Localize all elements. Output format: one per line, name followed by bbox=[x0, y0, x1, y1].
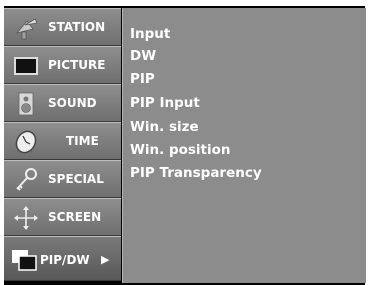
option-pip[interactable]: PIP bbox=[130, 68, 155, 90]
option-dw[interactable]: DW bbox=[130, 45, 156, 67]
menu-item-label: STATION bbox=[48, 20, 106, 34]
pip-submenu-panel: Input DW PIP PIP Input Win. size Win. po… bbox=[122, 8, 366, 283]
main-menu-sidebar: STATION PICTURE SOUND TIME SPECIAL SCREE… bbox=[4, 8, 121, 281]
pip-window-icon bbox=[12, 250, 37, 271]
menu-item-time[interactable]: TIME bbox=[4, 122, 121, 160]
key-icon bbox=[16, 168, 37, 191]
submenu-arrow-icon: ▶ bbox=[101, 253, 110, 266]
menu-item-station[interactable]: STATION bbox=[4, 8, 121, 46]
tv-screen-icon bbox=[14, 57, 38, 75]
menu-item-screen[interactable]: SCREEN bbox=[4, 198, 121, 236]
menu-item-label: TIME bbox=[66, 134, 99, 148]
option-pip-transparency[interactable]: PIP Transparency bbox=[130, 162, 262, 184]
clock-icon bbox=[15, 130, 37, 154]
move-arrows-icon bbox=[14, 206, 38, 230]
speaker-icon bbox=[18, 92, 34, 116]
menu-item-label: PICTURE bbox=[48, 58, 106, 72]
osd-menu: STATION PICTURE SOUND TIME SPECIAL SCREE… bbox=[4, 6, 366, 285]
option-input[interactable]: Input bbox=[130, 23, 170, 45]
menu-item-picture[interactable]: PICTURE bbox=[4, 46, 121, 84]
menu-item-label: SOUND bbox=[48, 96, 97, 110]
menu-item-pip-dw[interactable]: PIP/DW ▶ bbox=[4, 236, 121, 281]
option-pip-input[interactable]: PIP Input bbox=[130, 92, 200, 114]
satellite-dish-icon bbox=[15, 18, 38, 40]
menu-item-label: SCREEN bbox=[48, 210, 102, 224]
menu-item-special[interactable]: SPECIAL bbox=[4, 160, 121, 198]
menu-item-label: SPECIAL bbox=[48, 172, 104, 186]
option-win-size[interactable]: Win. size bbox=[130, 116, 199, 138]
option-win-position[interactable]: Win. position bbox=[130, 139, 231, 161]
menu-item-sound[interactable]: SOUND bbox=[4, 84, 121, 122]
